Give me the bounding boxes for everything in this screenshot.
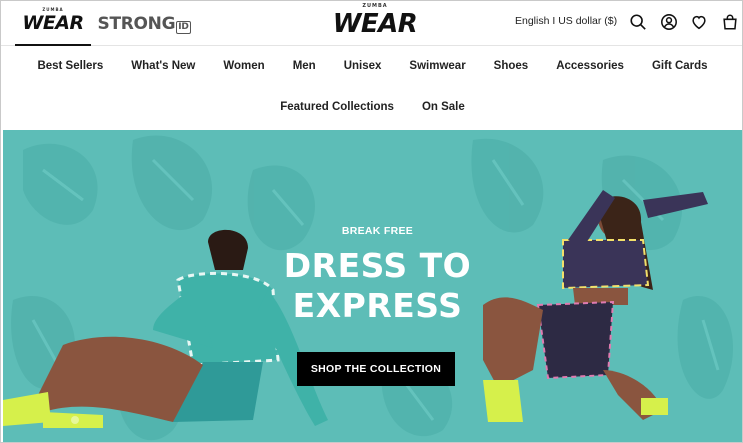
hero-headline-line-1: DRESS TO xyxy=(283,246,472,285)
nav-item-men[interactable]: Men xyxy=(293,60,316,72)
locale-currency-selector[interactable]: English I US dollar ($) xyxy=(515,15,617,27)
hero-eyebrow: BREAK FREE xyxy=(341,225,414,237)
account-icon[interactable] xyxy=(659,12,679,32)
nav-item-unisex[interactable]: Unisex xyxy=(344,60,382,72)
shop-the-collection-button[interactable]: SHOP THE COLLECTION xyxy=(297,352,455,386)
nav-item-shoes[interactable]: Shoes xyxy=(494,60,529,72)
strong-brand-logo: STRONG ID xyxy=(98,14,191,34)
main-logo: ZUMBA WEAR xyxy=(332,3,418,39)
hero-headline: DRESS TO EXPRESS xyxy=(3,246,742,326)
wear-logo-text: WEAR xyxy=(22,11,84,34)
strong-logo-text: STRONG xyxy=(97,13,176,34)
nav-row-secondary: Featured Collections On Sale xyxy=(1,101,742,113)
nav-row-primary: Best Sellers What's New Women Men Unisex… xyxy=(1,60,742,72)
wishlist-heart-icon[interactable] xyxy=(689,12,709,32)
main-logo-superscript: ZUMBA xyxy=(362,3,388,9)
nav-item-best-sellers[interactable]: Best Sellers xyxy=(37,60,103,72)
nav-item-accessories[interactable]: Accessories xyxy=(556,60,624,72)
hero-banner[interactable]: BREAK FREE DRESS TO EXPRESS SHOP THE COL… xyxy=(3,130,742,442)
wear-brand-logo: ZUMBA WEAR xyxy=(22,7,84,34)
nav-item-gift-cards[interactable]: Gift Cards xyxy=(652,60,708,72)
nav-item-on-sale[interactable]: On Sale xyxy=(422,101,465,113)
logo-superscript: ZUMBA xyxy=(42,6,64,12)
home-logo-link[interactable]: ZUMBA WEAR xyxy=(332,3,418,42)
cart-bag-icon[interactable] xyxy=(720,12,740,32)
top-header: ZUMBA WEAR STRONG ID ZUMBA WEAR English I… xyxy=(1,1,742,46)
browser-viewport: ZUMBA WEAR STRONG ID ZUMBA WEAR English I… xyxy=(0,0,743,443)
hero-headline-line-2: EXPRESS xyxy=(292,286,463,325)
brand-tab-wear[interactable]: ZUMBA WEAR xyxy=(15,1,91,46)
nav-item-swimwear[interactable]: Swimwear xyxy=(409,60,465,72)
main-logo-text: WEAR xyxy=(332,9,418,39)
nav-item-women[interactable]: Women xyxy=(223,60,264,72)
nav-item-whats-new[interactable]: What's New xyxy=(131,60,195,72)
strong-logo-badge: ID xyxy=(176,20,191,34)
search-icon[interactable] xyxy=(628,12,648,32)
nav-item-featured-collections[interactable]: Featured Collections xyxy=(280,101,394,113)
brand-tab-strong[interactable]: STRONG ID xyxy=(98,1,191,46)
